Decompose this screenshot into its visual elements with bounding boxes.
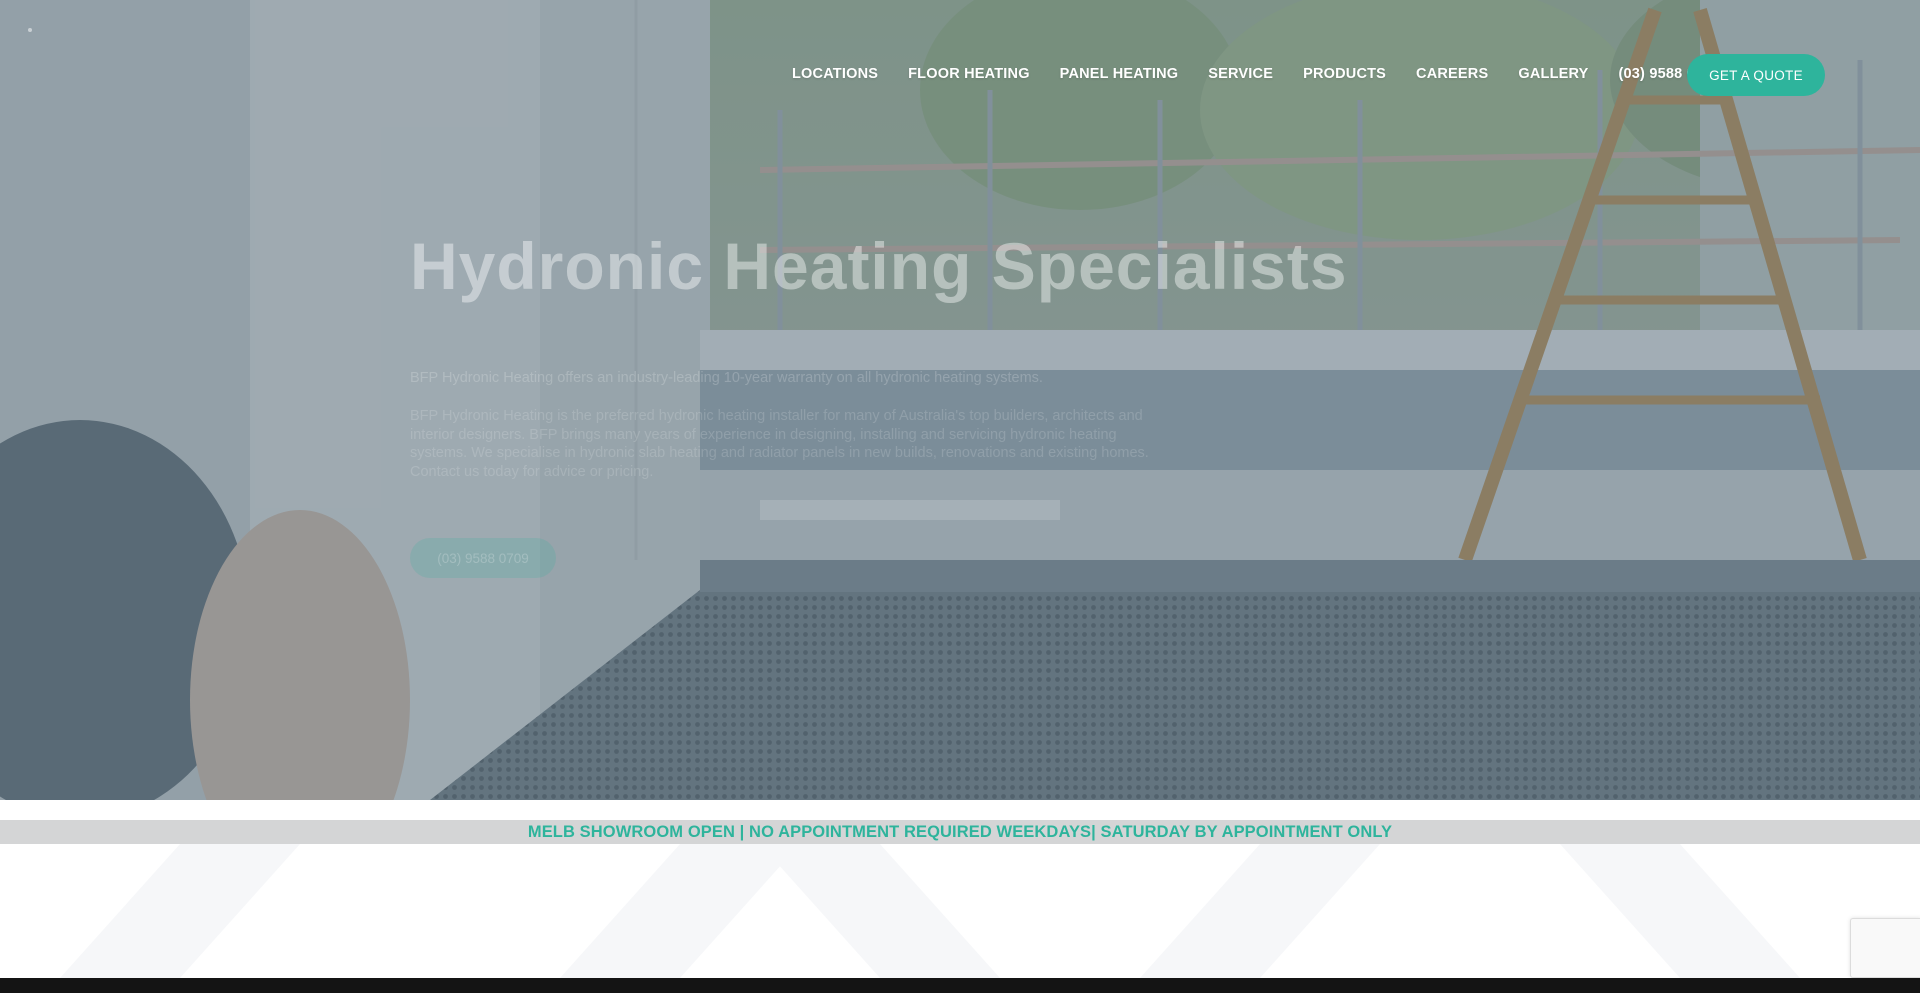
hero-call-button[interactable]: (03) 9588 0709 [410, 538, 556, 578]
hero-body-text: BFP Hydronic Heating is the preferred hy… [410, 408, 1149, 480]
hero-banner: LOCATIONS FLOOR HEATING PANEL HEATING SE… [0, 0, 1920, 800]
nav-menu: LOCATIONS FLOOR HEATING PANEL HEATING SE… [792, 54, 1751, 94]
hero-overlay [0, 0, 1920, 800]
nav-item-floor-heating[interactable]: FLOOR HEATING [908, 66, 1030, 82]
nav-item-careers[interactable]: CAREERS [1416, 66, 1488, 82]
recaptcha-badge[interactable] [1850, 918, 1920, 978]
nav-item-products[interactable]: PRODUCTS [1303, 66, 1386, 82]
nav-item-locations[interactable]: LOCATIONS [792, 66, 878, 82]
main-navigation: LOCATIONS FLOOR HEATING PANEL HEATING SE… [0, 28, 1920, 96]
search-icon[interactable] [1853, 66, 1861, 82]
lower-section [0, 844, 1920, 978]
nav-item-panel-heating[interactable]: PANEL HEATING [1060, 66, 1179, 82]
hero-title: Hydronic Heating Specialists [410, 229, 1348, 303]
hero-lead-text: BFP Hydronic Heating offers an industry-… [410, 370, 1043, 386]
get-a-quote-button[interactable]: GET A QUOTE [1687, 54, 1825, 96]
nav-item-gallery[interactable]: GALLERY [1518, 66, 1588, 82]
announcement-bar: MELB SHOWROOM OPEN | NO APPOINTMENT REQU… [0, 820, 1920, 844]
logo[interactable] [28, 28, 32, 32]
decorative-chevron-pattern [60, 844, 1800, 978]
announcement-text: MELB SHOWROOM OPEN | NO APPOINTMENT REQU… [527, 822, 1393, 841]
footer-bar [0, 978, 1920, 993]
nav-item-service[interactable]: SERVICE [1208, 66, 1273, 82]
